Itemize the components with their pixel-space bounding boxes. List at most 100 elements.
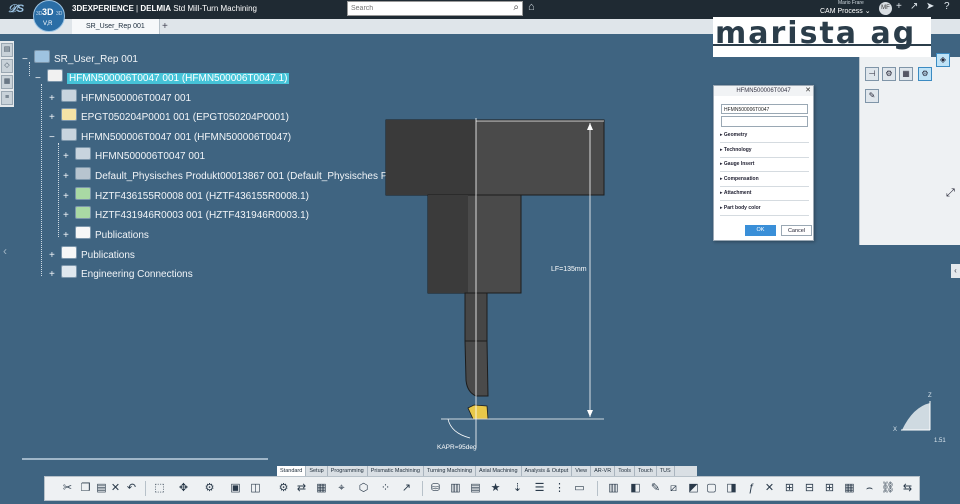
select-icon[interactable]: ⬚	[153, 482, 166, 495]
tool-list-icon[interactable]: ▤	[469, 482, 482, 495]
compass-badge[interactable]: 3D 3D 3D V,R	[33, 0, 65, 32]
robot-compass[interactable]	[893, 395, 943, 440]
dimension-label-kapr[interactable]: KAPR=95deg	[437, 444, 477, 451]
formula-icon[interactable]: ƒ	[745, 482, 758, 495]
delete-icon[interactable]: ✕	[109, 482, 122, 495]
tool-icon[interactable]: ⛁	[429, 482, 442, 495]
tab-programming[interactable]: Programming	[328, 466, 368, 476]
tab-touch[interactable]: Touch	[635, 466, 657, 476]
section-part-body-color[interactable]: ▸ Part body color	[720, 202, 809, 216]
list-icon[interactable]: ☰	[533, 482, 546, 495]
tool-insert-icon[interactable]: ⚙	[918, 67, 932, 81]
angle-arc	[447, 418, 471, 439]
close-icon[interactable]: ✕	[805, 86, 811, 96]
tool-component-icon[interactable]: ▦	[899, 67, 913, 81]
link-icon[interactable]: ⛓	[881, 482, 895, 495]
undo-icon[interactable]: ↶	[125, 482, 138, 495]
part-operation-icon[interactable]: ◫	[249, 482, 262, 495]
pen-icon[interactable]: ✎	[649, 482, 662, 495]
edit-parameters-icon[interactable]: ✎	[865, 89, 879, 103]
program-icon[interactable]: ⚙	[277, 482, 290, 495]
paste-icon[interactable]: ▤	[95, 482, 108, 495]
chart-icon[interactable]: ▥	[607, 482, 620, 495]
compass-left-label: 3D	[36, 11, 43, 17]
section-attachment[interactable]: ▸ Attachment	[720, 187, 809, 201]
ok-button[interactable]: OK	[745, 225, 776, 236]
compass-right-label: 3D	[56, 11, 63, 17]
tab-analysis-output[interactable]: Analysis & Output	[522, 466, 573, 476]
cut-icon[interactable]: ✂	[61, 482, 74, 495]
tab-view[interactable]: View	[572, 466, 592, 476]
sequence-icon[interactable]: ▭	[573, 482, 586, 495]
right-action-panel: ⊣ ⚙ ▦ ⚙ ✎ ⤢	[859, 57, 960, 245]
z-axis-label: Z	[928, 393, 932, 399]
tab-turning-machining[interactable]: Turning Machining	[424, 466, 476, 476]
compass-quadrant	[902, 403, 930, 430]
brand-watermark: marista ag	[713, 16, 931, 57]
expand-right-icon[interactable]: ‹	[951, 264, 960, 278]
shank-shadow	[428, 195, 468, 293]
action-bar: ✂ ❐ ▤ ✕ ↶ ⬚ ✥ ⚙ ▣ ◫ ⚙ ⇄ ▦ ⌖ ⬡ ⁘ ↗ ⛁ ▥ ▤ …	[44, 476, 920, 501]
setup-icon[interactable]: ⚙	[203, 482, 216, 495]
section-tabs: Standard Setup Programming Prismatic Machin…	[277, 466, 697, 476]
tool-assembly-icon[interactable]: ⚙	[882, 67, 896, 81]
expand-panel-icon[interactable]: ⤢	[946, 187, 955, 200]
tab-axial-machining[interactable]: Axial Machining	[476, 466, 522, 476]
grid-view-icon[interactable]: ⊞	[823, 482, 836, 495]
separator	[422, 481, 423, 496]
tab-setup[interactable]: Setup	[306, 466, 328, 476]
separator	[145, 481, 146, 496]
magnet-icon[interactable]: ⌢	[863, 482, 876, 495]
name-field[interactable]: HFMN500006T0047	[721, 104, 808, 114]
measure-icon[interactable]: ⧄	[667, 482, 680, 495]
section-gauge-insert[interactable]: ▸ Gauge Insert	[720, 158, 809, 172]
separator	[597, 481, 598, 496]
insert[interactable]	[467, 404, 489, 420]
machine-icon[interactable]: ▣	[229, 482, 242, 495]
tab-ar-vr[interactable]: AR-VR	[591, 466, 616, 476]
tree-icon[interactable]: ⋮	[553, 482, 566, 495]
section-geometry[interactable]: ▸ Geometry	[720, 129, 809, 143]
zoom-level: 1.51	[934, 438, 946, 444]
settings-icon[interactable]: ▦	[843, 482, 856, 495]
tab-tools[interactable]: Tools	[615, 466, 636, 476]
tool-assembly-icon[interactable]: ▥	[449, 482, 462, 495]
note-icon[interactable]: ▢	[705, 482, 718, 495]
holder-shadow	[386, 120, 476, 195]
compass-version: V,R	[43, 21, 53, 27]
table-icon[interactable]: ⊞	[783, 482, 796, 495]
copy-icon[interactable]: ❐	[79, 482, 92, 495]
stock-icon[interactable]: ⬡	[357, 482, 370, 495]
formula-editor-icon[interactable]: ✕	[763, 482, 776, 495]
transition-icon[interactable]: ↗	[400, 482, 413, 495]
render-view-icon[interactable]: ◨	[725, 482, 738, 495]
tool-viewport[interactable]: LF=135mm KAPR=95deg	[0, 0, 960, 504]
tool-axis-icon[interactable]: ⊣	[865, 67, 879, 81]
tab-prismatic-machining[interactable]: Prismatic Machining	[368, 466, 424, 476]
machine-rotation-icon[interactable]: ▦	[315, 482, 328, 495]
compass-badge-label: 3D	[42, 7, 54, 17]
dimension-label-lf[interactable]: LF=135mm	[551, 266, 587, 273]
pattern-icon[interactable]: ⁘	[379, 482, 392, 495]
brand-underline	[713, 44, 931, 46]
render-icon[interactable]: ◩	[687, 482, 700, 495]
dialog-title: HFMN500006T0047	[714, 86, 813, 96]
snap-icon[interactable]: ✥	[177, 482, 190, 495]
tool-properties-dialog: HFMN500006T0047 ✕ HFMN500006T0047 ▸ Geom…	[713, 85, 814, 241]
compare-icon[interactable]: ⇆	[901, 482, 914, 495]
tool-change-icon[interactable]: ⇄	[295, 482, 308, 495]
tool-catalog-icon[interactable]: ◈	[936, 53, 950, 67]
section-technology[interactable]: ▸ Technology	[720, 144, 809, 158]
coordinate-system-icon[interactable]: ⌖	[335, 482, 348, 495]
favorite-icon[interactable]: ★	[489, 482, 502, 495]
x-axis-label: X	[893, 427, 898, 433]
cancel-button[interactable]: Cancel	[781, 225, 812, 236]
grid-icon[interactable]: ⊟	[803, 482, 816, 495]
cut-section-icon[interactable]: ◧	[629, 482, 642, 495]
tab-tus[interactable]: TUS	[657, 466, 675, 476]
section-compensation[interactable]: ▸ Compensation	[720, 173, 809, 187]
boring-bar-tip[interactable]	[464, 340, 489, 397]
description-field[interactable]	[721, 116, 808, 127]
tab-standard[interactable]: Standard	[277, 466, 307, 476]
apply-icon[interactable]: ⇣	[511, 482, 524, 495]
